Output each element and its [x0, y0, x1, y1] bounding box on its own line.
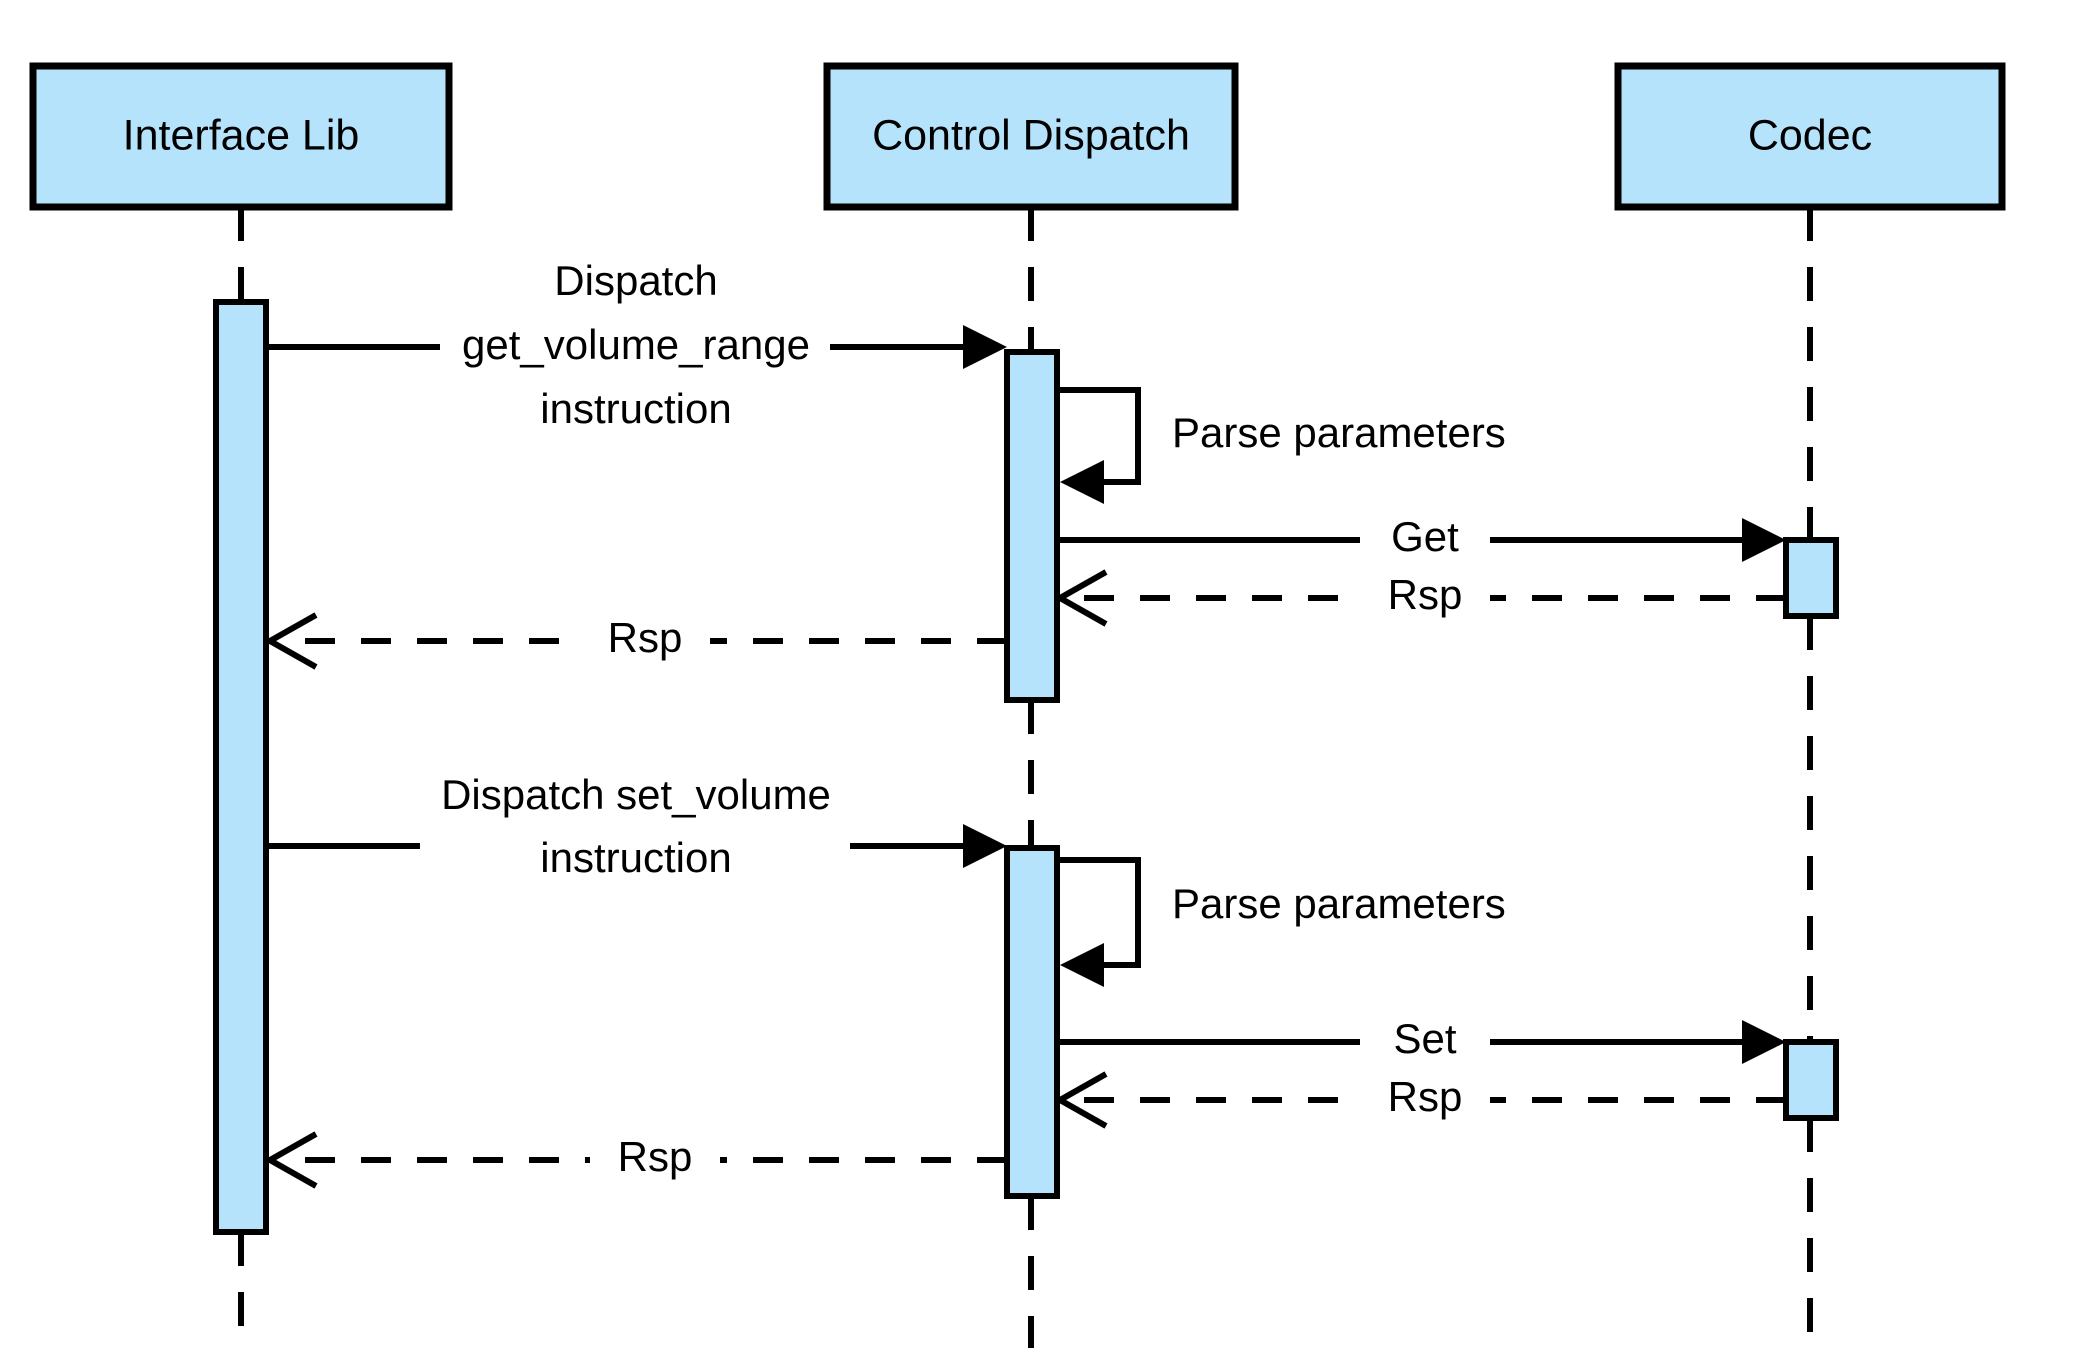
- message-m1[interactable]: Dispatch get_volume_range instruction: [266, 257, 1007, 432]
- message-m8[interactable]: Set: [1057, 1015, 1786, 1066]
- message-label-m10: Rsp: [618, 1133, 693, 1180]
- message-m2[interactable]: Parse parameters: [1057, 387, 1506, 504]
- activation-interface-lib[interactable]: [213, 299, 269, 1235]
- message-label-m4: Rsp: [1388, 571, 1463, 618]
- message-label-m5: Rsp: [608, 614, 683, 661]
- participant-label-control-dispatch: Control Dispatch: [872, 111, 1190, 159]
- message-m5[interactable]: Rsp: [263, 612, 1007, 670]
- message-label-m8: Set: [1393, 1015, 1456, 1062]
- message-m7[interactable]: Parse parameters: [1057, 857, 1506, 987]
- message-label-m6-line1: Dispatch set_volume: [441, 771, 831, 818]
- activation-bars-group: [213, 299, 1839, 1235]
- message-label-m2: Parse parameters: [1172, 409, 1506, 456]
- participant-label-interface-lib: Interface Lib: [123, 111, 360, 159]
- message-m6[interactable]: Dispatch set_volume instruction: [266, 771, 1007, 881]
- activation-codec-1[interactable]: [1783, 537, 1839, 619]
- sequence-diagram-svg: Interface Lib Control Dispatch Codec Dis…: [29, 62, 2006, 1348]
- sequence-diagram-canvas: Interface Lib Control Dispatch Codec Dis…: [0, 0, 2079, 1362]
- arrowhead-m8: [1742, 1020, 1786, 1064]
- activation-codec-2[interactable]: [1783, 1039, 1839, 1121]
- message-m9[interactable]: Rsp: [1053, 1071, 1786, 1129]
- participant-label-codec: Codec: [1748, 111, 1872, 159]
- message-label-m1-line2: get_volume_range: [462, 321, 810, 368]
- participant-control-dispatch[interactable]: Control Dispatch: [823, 62, 1239, 211]
- message-label-m9: Rsp: [1388, 1073, 1463, 1120]
- activation-control-dispatch-1[interactable]: [1004, 349, 1060, 703]
- message-label-m1-line3: instruction: [540, 385, 731, 432]
- arrowhead-m2: [1060, 460, 1104, 504]
- message-m4[interactable]: Rsp: [1053, 569, 1786, 627]
- arrowhead-m3: [1742, 518, 1786, 562]
- message-label-m3: Get: [1391, 513, 1459, 560]
- activation-control-dispatch-2[interactable]: [1004, 845, 1060, 1199]
- message-label-m7: Parse parameters: [1172, 880, 1506, 927]
- participant-interface-lib[interactable]: Interface Lib: [29, 62, 453, 211]
- message-label-m1-line1: Dispatch: [554, 257, 717, 304]
- participant-codec[interactable]: Codec: [1614, 62, 2006, 211]
- arrowhead-m1: [963, 325, 1007, 369]
- arrowhead-m7: [1060, 943, 1104, 987]
- message-m3[interactable]: Get: [1057, 513, 1786, 564]
- message-m10[interactable]: Rsp: [263, 1131, 1007, 1189]
- message-label-m6-line2: instruction: [540, 834, 731, 881]
- arrowhead-m6: [963, 824, 1007, 868]
